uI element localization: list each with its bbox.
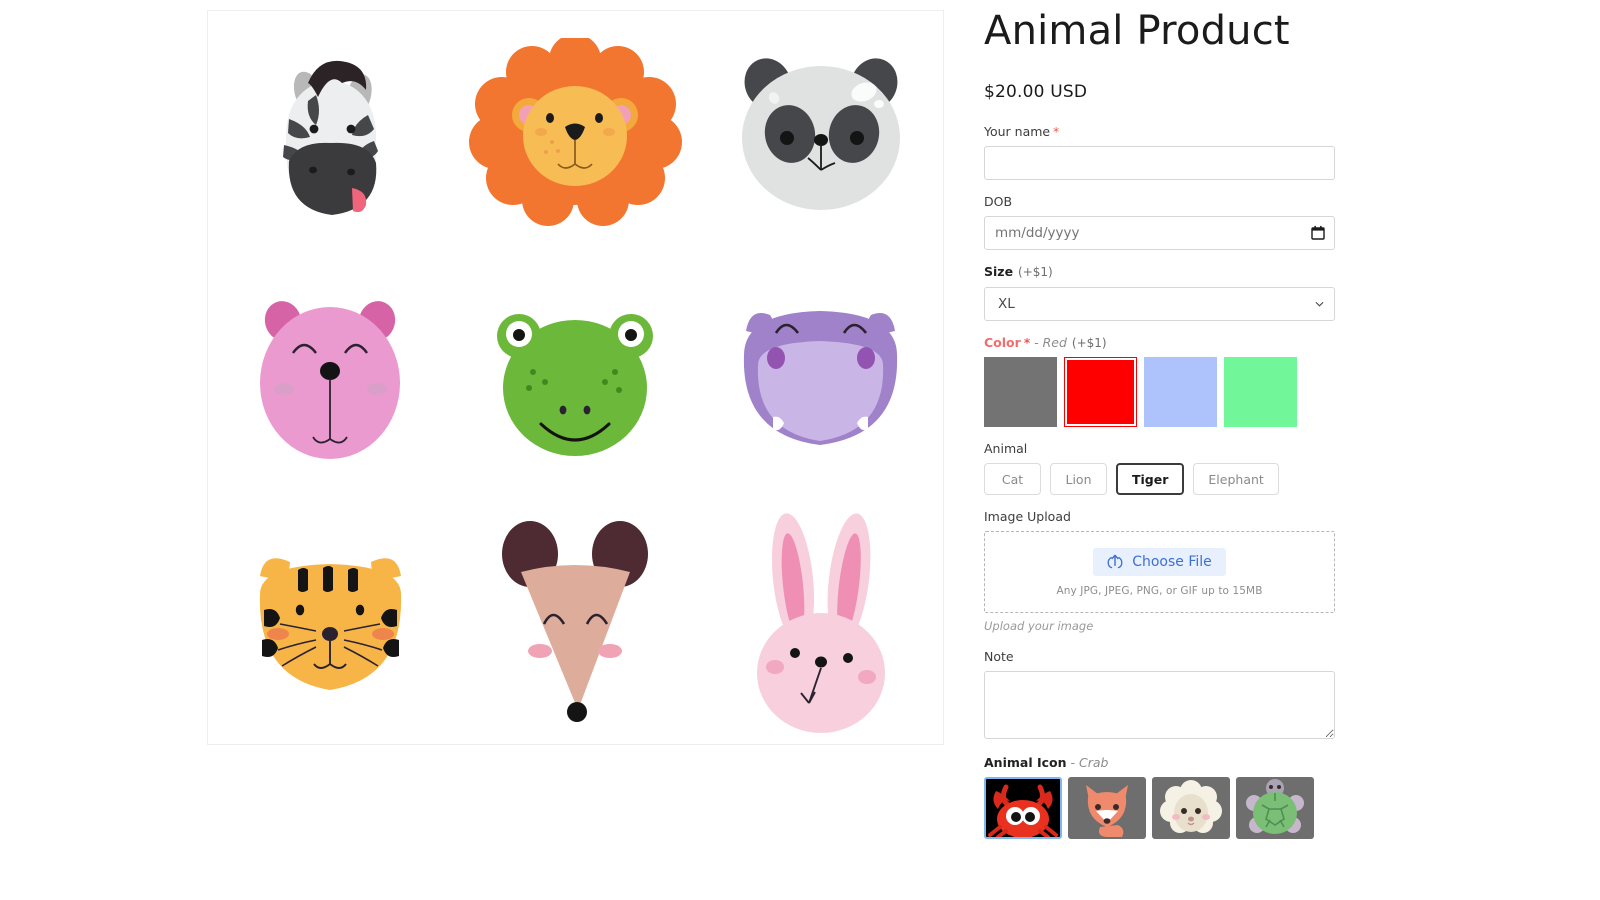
page-title: Animal Product <box>984 8 1290 54</box>
animal-faces-grid <box>208 11 943 744</box>
image-dropzone[interactable]: Choose File Any JPG, JPEG, PNG, or GIF u… <box>984 531 1335 614</box>
field-size: Size (+$1) <box>984 264 1344 321</box>
animal-icon-row <box>984 777 1344 840</box>
panda-icon <box>742 58 900 210</box>
gallery-cell-bear <box>208 255 453 499</box>
animal-icon-label: Animal Icon - Crab <box>984 755 1344 770</box>
animal-option-elephant[interactable]: Elephant <box>1193 463 1279 496</box>
field-your-name: Your name * <box>984 124 1344 181</box>
field-image-upload: Image Upload Choose File Any JPG, JPEG, … <box>984 509 1344 633</box>
gallery-cell-mouse <box>453 500 698 744</box>
gallery-cell-zebra <box>208 11 453 255</box>
animal-icon-selected-value: - Crab <box>1070 755 1109 771</box>
upload-hint-text: Any JPG, JPEG, PNG, or GIF up to 15MB <box>1056 584 1263 597</box>
size-label-text: Size <box>984 264 1014 280</box>
gallery-cell-frog <box>453 255 698 499</box>
product-image-panel <box>207 10 944 745</box>
color-swatch-gray[interactable] <box>984 357 1057 428</box>
animal-option-lion[interactable]: Lion <box>1050 463 1107 496</box>
note-label: Note <box>984 649 1014 665</box>
your-name-input[interactable] <box>984 146 1335 181</box>
gallery-cell-lion <box>453 11 698 255</box>
animal-option-row: Cat Lion Tiger Elephant <box>984 463 1344 496</box>
choose-file-label: Choose File <box>1132 553 1212 570</box>
size-select-wrap <box>984 286 1335 321</box>
your-name-label: Your name * <box>984 124 1344 139</box>
product-price: $20.00 USD <box>984 82 1088 102</box>
product-form-panel: Animal Product $20.00 USD Your name * DOB <box>984 8 1344 853</box>
animal-icon-tile-crab[interactable] <box>984 777 1062 840</box>
zebra-icon <box>282 61 378 216</box>
field-animal-icon: Animal Icon - Crab <box>984 755 1344 840</box>
frog-icon <box>497 313 653 456</box>
color-swatch-light-blue[interactable] <box>1144 357 1217 428</box>
image-upload-label: Image Upload <box>984 509 1071 525</box>
your-name-label-text: Your name <box>984 124 1051 139</box>
color-swatch-row <box>984 357 1344 428</box>
crab-icon <box>988 784 1058 838</box>
note-textarea[interactable] <box>984 671 1335 740</box>
field-color: Color * - Red (+$1) <box>984 335 1344 428</box>
animal-label: Animal <box>984 441 1028 457</box>
gallery-cell-rabbit <box>698 500 943 744</box>
choose-file-button[interactable]: Choose File <box>1093 547 1226 576</box>
rabbit-icon <box>757 513 885 733</box>
dob-input-wrap <box>984 216 1335 251</box>
animal-icon-tile-fox[interactable] <box>1068 777 1146 840</box>
mouse-icon <box>502 521 648 723</box>
color-swatch-red[interactable] <box>1064 357 1137 428</box>
gallery-cell-hippo <box>698 255 943 499</box>
lion-icon <box>469 38 682 227</box>
size-price-note: (+$1) <box>1018 265 1053 280</box>
upload-helper-text: Upload your image <box>984 619 1094 634</box>
sheep-icon <box>1160 780 1222 834</box>
gallery-cell-panda <box>698 11 943 255</box>
color-required-marker: * <box>1023 335 1031 350</box>
animal-option-tiger[interactable]: Tiger <box>1116 463 1185 496</box>
animal-option-cat[interactable]: Cat <box>984 463 1041 496</box>
animal-icon-label-text: Animal Icon <box>984 755 1067 771</box>
size-label: Size (+$1) <box>984 264 1344 279</box>
gallery-cell-tiger <box>208 500 453 744</box>
field-animal: Animal Cat Lion Tiger Elephant <box>984 441 1344 496</box>
field-note: Note <box>984 649 1344 740</box>
hippo-icon <box>743 310 898 445</box>
dob-label: DOB <box>984 194 1013 210</box>
turtle-icon <box>1246 779 1304 835</box>
required-marker: * <box>1053 125 1060 139</box>
color-selected-value: - Red <box>1034 334 1067 350</box>
bear-icon <box>259 301 400 460</box>
color-label-text: Color <box>984 334 1021 350</box>
color-swatch-light-green[interactable] <box>1224 357 1297 428</box>
animal-icon-tile-turtle[interactable] <box>1236 777 1314 840</box>
color-price-note: (+$1) <box>1071 335 1107 350</box>
fox-icon <box>1086 785 1128 838</box>
size-select[interactable] <box>984 286 1335 321</box>
color-label: Color * - Red (+$1) <box>984 335 1344 350</box>
tiger-icon <box>259 558 402 690</box>
field-dob: DOB <box>984 194 1344 251</box>
product-page: Animal Product $20.00 USD Your name * DOB <box>0 0 1600 900</box>
upload-icon <box>1107 554 1123 569</box>
animal-icon-tile-sheep[interactable] <box>1152 777 1230 840</box>
dob-input[interactable] <box>984 216 1335 251</box>
